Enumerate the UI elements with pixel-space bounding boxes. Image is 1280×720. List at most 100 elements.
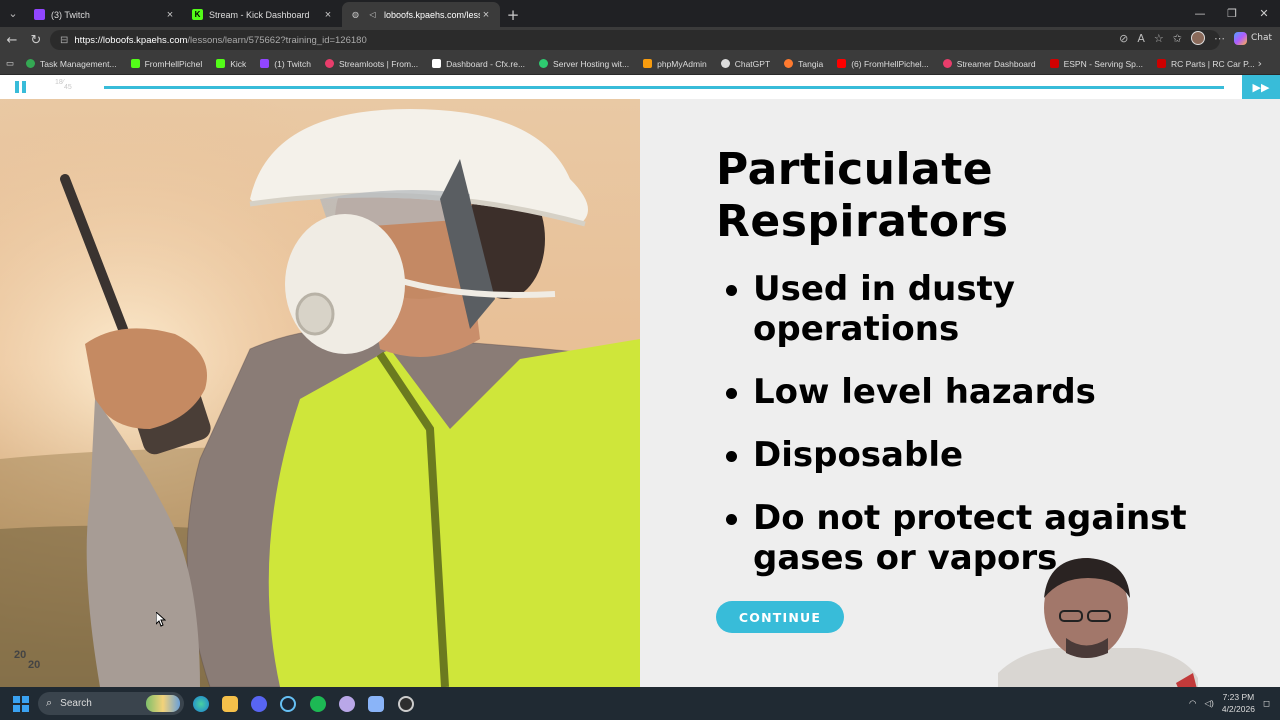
bookmark-item[interactable]: Dashboard - Cfx.re... xyxy=(432,59,525,69)
refresh-icon[interactable]: ↻ xyxy=(24,33,48,48)
bullet-line: Low level hazards xyxy=(753,372,1096,412)
bullet-line: Do not protect against xyxy=(753,498,1187,538)
copilot-icon xyxy=(1233,31,1247,45)
slide-total: 45 xyxy=(63,84,72,91)
bookmark-item[interactable]: Kick xyxy=(216,59,246,69)
continue-button[interactable]: CONTINUE xyxy=(716,601,844,633)
tab-actions-menu[interactable]: ⌄ xyxy=(0,0,26,27)
spotify-icon[interactable] xyxy=(310,696,326,712)
bookmark-item[interactable]: Server Hosting wit... xyxy=(539,59,629,69)
bookmark-item[interactable]: ESPN - Serving Sp... xyxy=(1049,59,1143,69)
streamer-webcam-image xyxy=(998,558,1198,700)
bookmark-label: FromHellPichel xyxy=(144,58,203,69)
worker-illustration xyxy=(0,99,640,687)
kick-icon: K xyxy=(192,9,203,20)
bookmark-label: (1) Twitch xyxy=(274,58,311,69)
clock-date: 4/2/2026 xyxy=(1221,704,1255,714)
wifi-icon[interactable]: ◠ xyxy=(1189,698,1196,709)
bookmark-favicon xyxy=(539,59,549,68)
bookmark-item[interactable]: (1) Twitch xyxy=(260,59,311,69)
tracking-prevention-icon[interactable]: ⊘ xyxy=(1119,32,1128,45)
edge-icon[interactable] xyxy=(193,696,209,712)
close-icon[interactable]: × xyxy=(164,9,176,21)
discord-icon[interactable] xyxy=(251,696,267,712)
bookmark-favicon xyxy=(324,59,334,68)
progress-bar[interactable] xyxy=(104,86,1224,89)
url-field[interactable]: ⊟ https://loboofs.kpaehs.com/lessons/lea… xyxy=(50,30,1220,50)
bookmark-item[interactable]: Tangia xyxy=(784,59,823,69)
bookmark-item[interactable]: (6) FromHellPichel... xyxy=(837,58,929,69)
chat-label: Chat xyxy=(1250,33,1272,43)
bookmark-label: Task Management... xyxy=(40,58,117,69)
new-tab-button[interactable]: + xyxy=(500,2,526,27)
tab-twitch[interactable]: (3) Twitch × xyxy=(26,2,184,27)
favorite-star-icon[interactable]: ☆ xyxy=(1154,32,1164,45)
restore-icon[interactable]: ❐ xyxy=(1216,0,1248,27)
logo-top: 20 xyxy=(14,649,27,661)
bookmark-favicon xyxy=(216,59,226,68)
profile-avatar[interactable] xyxy=(1190,31,1205,45)
fast-forward-icon: ▶▶ xyxy=(1252,80,1270,94)
progress-fill xyxy=(104,86,1224,89)
bookmark-label: Tangia xyxy=(798,58,824,69)
volume-icon[interactable]: ◁) xyxy=(1204,698,1213,709)
speaker-icon[interactable]: ◁ xyxy=(367,9,378,20)
tab-title: (3) Twitch xyxy=(51,9,90,20)
bookmark-favicon xyxy=(260,59,270,68)
bookmark-item[interactable]: FromHellPichel xyxy=(130,58,203,69)
read-aloud-icon[interactable]: A xyxy=(1137,32,1145,45)
windows-start-icon[interactable] xyxy=(13,696,29,712)
tab-kick-dashboard[interactable]: K Stream - Kick Dashboard × xyxy=(184,2,342,27)
twitch-icon xyxy=(34,9,45,20)
bookmark-item[interactable]: ChatGPT xyxy=(720,59,770,69)
fast-forward-button[interactable]: ▶▶ xyxy=(1242,75,1280,99)
app-icon[interactable] xyxy=(339,696,355,712)
search-placeholder: Search xyxy=(60,698,92,709)
back-icon[interactable]: ← xyxy=(0,33,24,48)
more-menu-icon[interactable]: ⋯ xyxy=(1214,32,1225,45)
minimize-icon[interactable]: — xyxy=(1184,0,1216,27)
bullet-item: Disposable xyxy=(722,435,1262,475)
bookmark-favicon xyxy=(130,59,140,68)
system-tray: ◠ ◁) 7:23 PM 4/2/2026 ◻ xyxy=(1189,691,1270,715)
bookmark-label: RC Parts | RC Car P... xyxy=(1170,58,1255,69)
steam-icon[interactable] xyxy=(280,696,296,712)
webcam-overlay xyxy=(998,553,1198,700)
bookmark-item[interactable]: RC Parts | RC Car P... xyxy=(1156,58,1255,69)
course-player-bar: 18⁄45 ▶▶ xyxy=(0,75,1280,99)
clock[interactable]: 7:23 PM 4/2/2026 xyxy=(1222,691,1255,715)
copilot-chat-button[interactable]: Chat xyxy=(1233,31,1272,45)
bookmark-favicon xyxy=(26,59,36,68)
bookmark-item[interactable]: Task Management... xyxy=(26,59,117,69)
url-path: /lessons/learn/575662?training_id=126180 xyxy=(187,34,367,46)
close-icon[interactable]: × xyxy=(322,9,334,21)
slide-current: 18 xyxy=(55,79,63,86)
bookmark-label: (6) FromHellPichel... xyxy=(851,58,929,69)
address-bar: ← ↻ ⊟ https://loboofs.kpaehs.com/lessons… xyxy=(0,27,1280,53)
bookmark-item[interactable]: phpMyAdmin xyxy=(643,59,707,69)
file-explorer-icon[interactable] xyxy=(222,696,238,712)
bookmark-favicon xyxy=(720,59,730,68)
notifications-icon[interactable]: ◻ xyxy=(1263,698,1270,709)
bookmark-item[interactable]: Streamer Dashboard xyxy=(942,59,1036,69)
pause-icon[interactable] xyxy=(15,81,27,93)
bookmark-label: phpMyAdmin xyxy=(657,58,707,69)
close-window-icon[interactable]: ✕ xyxy=(1248,0,1280,27)
bookmark-favicon xyxy=(1156,59,1166,68)
tab-lesson[interactable]: ◍ ◁ loboofs.kpaehs.com/lessons/l × xyxy=(342,2,500,27)
obs-icon[interactable] xyxy=(398,696,414,712)
close-icon[interactable]: × xyxy=(480,9,492,21)
url-host: https://loboofs.kpaehs.com xyxy=(74,34,188,46)
slide-counter: 18⁄45 xyxy=(55,79,72,91)
favorites-icon[interactable]: ✩ xyxy=(1173,32,1182,45)
taskbar-search[interactable]: ⌕ Search xyxy=(38,692,184,715)
bookmark-item[interactable]: Streamloots | From... xyxy=(324,59,418,69)
globe-icon: ◍ xyxy=(352,10,359,19)
chevron-right-icon[interactable]: › xyxy=(1258,57,1262,70)
tab-strip: ⌄ (3) Twitch × K Stream - Kick Dashboard… xyxy=(0,0,1280,27)
bookmarks-bar: ▭ Task Management... FromHellPichel Kick… xyxy=(0,53,1280,75)
site-info-icon[interactable]: ⊟ xyxy=(60,35,68,46)
bookmarks-toggle-icon[interactable]: ▭ xyxy=(6,58,14,69)
app-icon[interactable] xyxy=(368,696,384,712)
title-line-1: Particulate xyxy=(716,144,994,195)
